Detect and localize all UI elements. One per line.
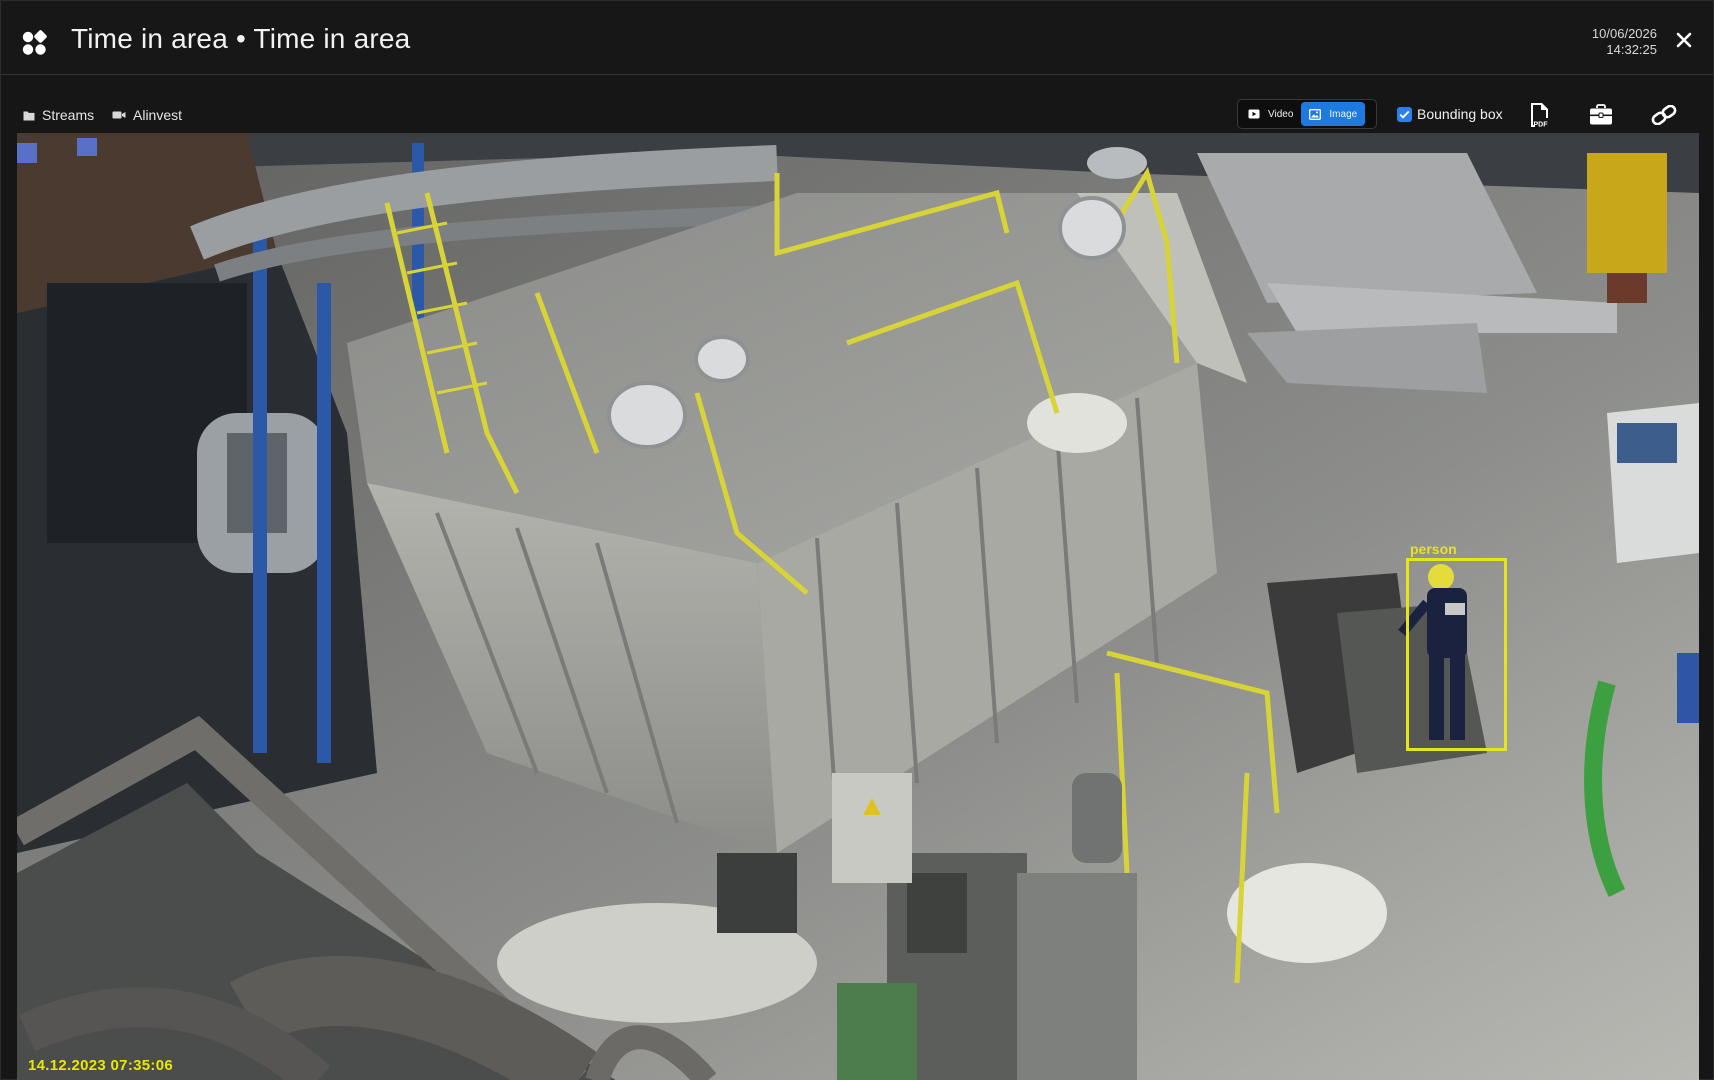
toolbar: Streams Alinvest Video Image Bounding bo… — [1, 97, 1713, 133]
video-mode-label: Video — [1268, 108, 1294, 120]
detection-label: person — [1410, 541, 1457, 557]
bounding-box-checkbox[interactable] — [1397, 106, 1412, 122]
case-button[interactable] — [1587, 101, 1615, 129]
event-viewer-modal: Time in area • Time in area 10/06/2026 1… — [0, 0, 1714, 1080]
video-icon — [1248, 109, 1260, 119]
bounding-box-label: Bounding box — [1417, 106, 1503, 122]
apps-icon — [22, 30, 47, 55]
close-icon[interactable] — [1673, 29, 1695, 51]
svg-text:PDF: PDF — [1534, 122, 1549, 129]
link-icon — [1651, 105, 1677, 125]
copy-link-button[interactable] — [1650, 101, 1678, 129]
event-time: 14:32:25 — [1606, 42, 1657, 57]
export-pdf-button[interactable]: PDF — [1526, 101, 1554, 129]
image-icon — [1309, 108, 1322, 120]
event-date: 10/06/2026 — [1591, 26, 1657, 41]
breadcrumb-streams-label: Streams — [42, 107, 95, 123]
image-mode-label: Image — [1329, 108, 1358, 120]
person-bounding-box — [1406, 558, 1507, 751]
image-mode-button[interactable]: Image — [1301, 102, 1366, 126]
camera-frame-image: person 14.12.2023 07:35:06 — [17, 133, 1699, 1080]
folder-icon — [23, 111, 35, 120]
modal-header: Time in area • Time in area 10/06/2026 1… — [1, 1, 1713, 75]
bounding-box-toggle[interactable]: Bounding box — [1397, 106, 1503, 122]
breadcrumb-camera-label: Alinvest — [133, 107, 183, 123]
event-datetime: 10/06/2026 14:32:25 — [1592, 26, 1657, 58]
frame-timestamp: 14.12.2023 07:35:06 — [28, 1057, 173, 1074]
briefcase-icon — [1590, 104, 1612, 125]
checkmark-icon — [1399, 110, 1410, 119]
camera-icon — [112, 111, 126, 119]
page-title: Time in area • Time in area — [71, 23, 411, 54]
breadcrumb-streams[interactable]: Streams — [23, 107, 94, 123]
breadcrumb-camera[interactable]: Alinvest — [112, 107, 182, 123]
pdf-icon: PDF — [1531, 103, 1549, 129]
video-mode-button[interactable]: Video — [1240, 102, 1301, 126]
view-mode-switch: Video Image — [1237, 99, 1377, 129]
